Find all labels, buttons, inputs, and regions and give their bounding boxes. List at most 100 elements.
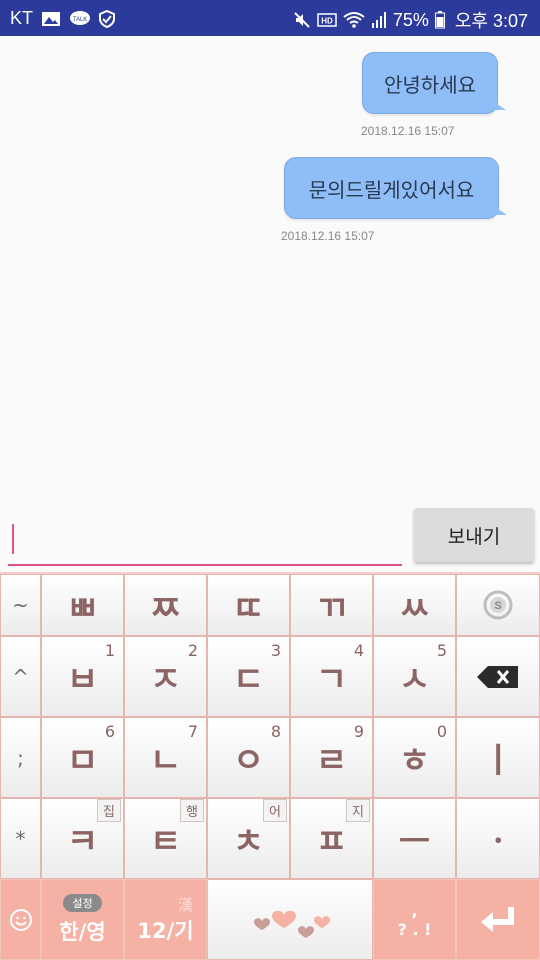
key-label: ㅎ: [398, 741, 431, 781]
key-number: 4: [353, 641, 364, 660]
gallery-icon: [42, 11, 61, 26]
key-number: 3: [270, 641, 281, 660]
key-giyeok[interactable]: ㄱ4: [290, 636, 373, 717]
key-number: 9: [353, 722, 364, 741]
hd-icon: HD: [317, 13, 337, 27]
key-asterisk[interactable]: *: [0, 798, 41, 879]
keyboard: ~ ㅃ ㅉ ㄸ ㄲ ㅆ S ^ ㅂ1 ㅈ2 ㄷ3 ㄱ4 ㅅ5 ; ㅁ6 ㄴ7 ㅇ…: [0, 572, 540, 960]
message-timestamp: 2018.12.16 15:07: [281, 229, 375, 243]
key-label: ㅈ: [149, 660, 182, 700]
key-tieut[interactable]: ㅌ행: [124, 798, 207, 879]
key-vowel-eu[interactable]: ㅡ: [373, 798, 456, 879]
mute-icon: [294, 12, 310, 28]
key-emoji[interactable]: [0, 879, 41, 960]
message-timestamp: 2018.12.16 15:07: [361, 124, 455, 138]
key-ssangjieut[interactable]: ㅉ: [124, 574, 207, 636]
key-label: ㅋ: [66, 822, 99, 862]
key-lang-toggle[interactable]: 설정 한/영: [41, 879, 124, 960]
message-bubble[interactable]: 문의드릴게있어서요: [284, 157, 507, 219]
hanja-label: 漢: [177, 896, 193, 914]
message-text: 문의드릴게있어서요: [308, 177, 475, 202]
hearts-icon: [254, 910, 330, 938]
key-tilde[interactable]: ~: [0, 574, 41, 636]
key-space[interactable]: [207, 879, 373, 960]
punct-marks: ? . !: [397, 919, 432, 939]
key-backspace[interactable]: [456, 636, 540, 717]
key-ssangsiot[interactable]: ㅆ: [373, 574, 456, 636]
key-vowel-araea[interactable]: ㆍ: [456, 798, 540, 879]
clock: 오후 3:07: [454, 11, 528, 31]
key-ieung[interactable]: ㅇ8: [207, 717, 290, 798]
message-input[interactable]: [8, 516, 402, 566]
key-punctuation[interactable]: , ? . !: [373, 879, 456, 960]
key-vowel-i[interactable]: ㅣ: [456, 717, 540, 798]
wifi-icon: [343, 12, 365, 28]
battery-icon: [434, 11, 445, 29]
key-swype[interactable]: S: [456, 574, 540, 636]
key-shortcut-tag: 지: [346, 799, 370, 822]
battery-percent: 75%: [392, 9, 429, 30]
svg-text:HD: HD: [321, 17, 333, 26]
punct-comma: ,: [411, 900, 418, 920]
key-label: ㅌ: [149, 822, 182, 862]
svg-text:S: S: [494, 600, 501, 612]
key-ssanggiyeok[interactable]: ㄲ: [290, 574, 373, 636]
settings-pill: 설정: [63, 893, 102, 912]
key-kieuk[interactable]: ㅋ집: [41, 798, 124, 879]
text-cursor: [12, 524, 14, 554]
status-bar: KT TALK HD 75% 오후 3:07: [0, 0, 540, 36]
key-rieul[interactable]: ㄹ9: [290, 717, 373, 798]
key-label: ㄱ: [315, 660, 348, 700]
signal-icon: [371, 12, 386, 28]
key-symbols[interactable]: 漢 12/기: [124, 879, 207, 960]
backspace-icon: [477, 665, 518, 688]
key-label: 한/영: [59, 919, 106, 944]
key-shortcut-tag: 행: [180, 799, 204, 822]
key-label: ㄴ: [149, 741, 182, 781]
key-semicolon[interactable]: ;: [0, 717, 41, 798]
message-bubble[interactable]: 안녕하세요: [362, 52, 506, 114]
key-mieum[interactable]: ㅁ6: [41, 717, 124, 798]
key-number: 1: [104, 641, 115, 660]
swype-icon: S: [483, 590, 513, 620]
key-digeut[interactable]: ㄷ3: [207, 636, 290, 717]
key-bieup[interactable]: ㅂ1: [41, 636, 124, 717]
carrier-label: KT: [10, 8, 34, 28]
key-caret[interactable]: ^: [0, 636, 41, 717]
key-label: ㅍ: [315, 822, 348, 862]
key-number: 0: [436, 722, 447, 741]
svg-text:TALK: TALK: [73, 17, 88, 23]
shield-check-icon: [99, 9, 116, 28]
key-chieut[interactable]: ㅊ어: [207, 798, 290, 879]
message-text: 안녕하세요: [384, 72, 476, 97]
key-number: 8: [270, 722, 281, 741]
key-label: ㄹ: [315, 741, 348, 781]
key-number: 6: [104, 722, 115, 741]
key-shortcut-tag: 집: [97, 799, 121, 822]
key-number: 2: [187, 641, 198, 660]
chat-area[interactable]: 안녕하세요 2018.12.16 15:07 문의드릴게있어서요 2018.12…: [0, 36, 540, 506]
key-enter[interactable]: [456, 879, 540, 960]
key-ssangdigeut[interactable]: ㄸ: [207, 574, 290, 636]
key-number: 5: [436, 641, 447, 660]
key-label: ㅊ: [232, 822, 265, 862]
key-siot[interactable]: ㅅ5: [373, 636, 456, 717]
key-label: 12/기: [137, 919, 194, 943]
enter-icon: [481, 906, 514, 932]
smiley-icon: [9, 908, 32, 931]
key-ssangbieup[interactable]: ㅃ: [41, 574, 124, 636]
compose-row: 보내기: [0, 506, 540, 572]
key-nieun[interactable]: ㄴ7: [124, 717, 207, 798]
key-hieut[interactable]: ㅎ0: [373, 717, 456, 798]
key-shortcut-tag: 어: [263, 799, 287, 822]
key-pieup[interactable]: ㅍ지: [290, 798, 373, 879]
kakaotalk-icon: TALK: [70, 10, 91, 25]
key-label: ㅁ: [66, 741, 99, 781]
key-label: ㅂ: [66, 660, 99, 700]
key-jieut[interactable]: ㅈ2: [124, 636, 207, 717]
key-label: ㅇ: [232, 741, 265, 781]
key-number: 7: [187, 722, 198, 741]
key-label: ㄷ: [232, 660, 265, 700]
key-label: ㅅ: [398, 660, 431, 700]
send-button[interactable]: 보내기: [414, 508, 534, 562]
